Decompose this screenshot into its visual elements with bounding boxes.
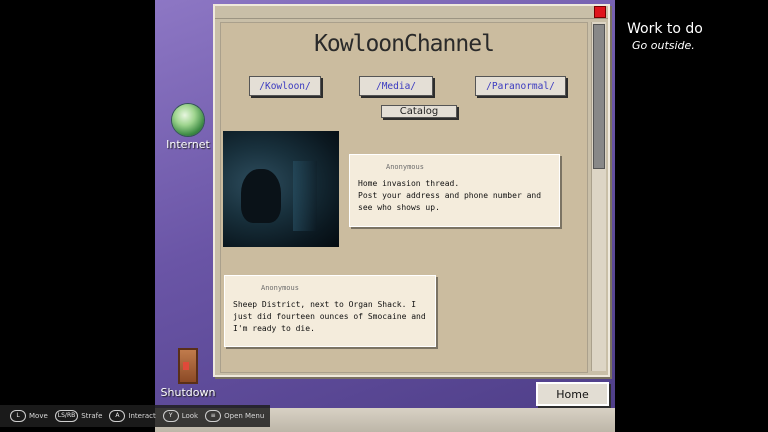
post-author: Anonymous — [261, 284, 299, 292]
hint-label: Look — [181, 412, 199, 420]
globe-icon — [172, 104, 204, 136]
stick-icon: L — [10, 410, 26, 422]
browser-window: KowloonChannel /Kowloon/ /Media/ /Parano… — [213, 4, 610, 377]
bumper-icon: LS/RB — [54, 410, 79, 422]
board-link-paranormal[interactable]: /Paranormal/ — [475, 76, 566, 96]
hint-look: Y Look — [162, 410, 199, 422]
hint-label: Interact — [128, 412, 156, 420]
thread-image[interactable] — [223, 131, 339, 247]
post-reply: Anonymous Sheep District, next to Organ … — [224, 275, 436, 347]
door-icon — [178, 348, 198, 384]
catalog-button[interactable]: Catalog — [381, 105, 457, 118]
shutdown-shortcut[interactable]: Shutdown — [158, 348, 218, 399]
task-heading: Work to do — [627, 21, 703, 37]
post-op: Anonymous Home invasion thread. Post you… — [349, 154, 560, 227]
menu-button-icon: ≡ — [205, 410, 222, 422]
image-figure — [241, 169, 281, 223]
hint-label: Strafe — [81, 412, 103, 420]
control-hints: L Move LS/RB Strafe A Interact Y Look ≡ Open … — [0, 405, 270, 427]
board-link-media[interactable]: /Media/ — [359, 76, 433, 96]
internet-label: Internet — [166, 138, 210, 151]
a-button-icon: A — [109, 410, 126, 422]
hint-interact: A Interact — [109, 410, 156, 422]
hint-menu: ≡ Open Menu — [205, 410, 264, 422]
window-titlebar[interactable] — [215, 6, 608, 19]
close-button[interactable] — [594, 6, 606, 18]
vertical-scrollbar[interactable] — [591, 22, 606, 371]
post-body: Home invasion thread. Post your address … — [358, 179, 542, 212]
task-panel: Work to do Go outside. — [627, 21, 703, 52]
hint-label: Open Menu — [224, 412, 265, 420]
site-title: KowloonChannel — [314, 31, 495, 57]
post-body: Sheep District, next to Organ Shack. I j… — [233, 300, 426, 333]
scrollbar-thumb[interactable] — [593, 24, 605, 169]
task-item: Go outside. — [632, 39, 695, 52]
shutdown-label: Shutdown — [160, 386, 216, 399]
page-content: KowloonChannel /Kowloon/ /Media/ /Parano… — [220, 22, 588, 373]
image-highlight — [293, 161, 317, 231]
home-button[interactable]: Home — [536, 382, 609, 406]
y-button-icon: Y — [162, 410, 179, 422]
hint-move: L Move — [10, 410, 48, 422]
board-link-kowloon[interactable]: /Kowloon/ — [249, 76, 321, 96]
hint-strafe: LS/RB Strafe — [54, 410, 103, 422]
internet-shortcut[interactable]: Internet — [158, 104, 218, 151]
post-author: Anonymous — [386, 163, 424, 171]
hint-label: Move — [29, 412, 48, 420]
